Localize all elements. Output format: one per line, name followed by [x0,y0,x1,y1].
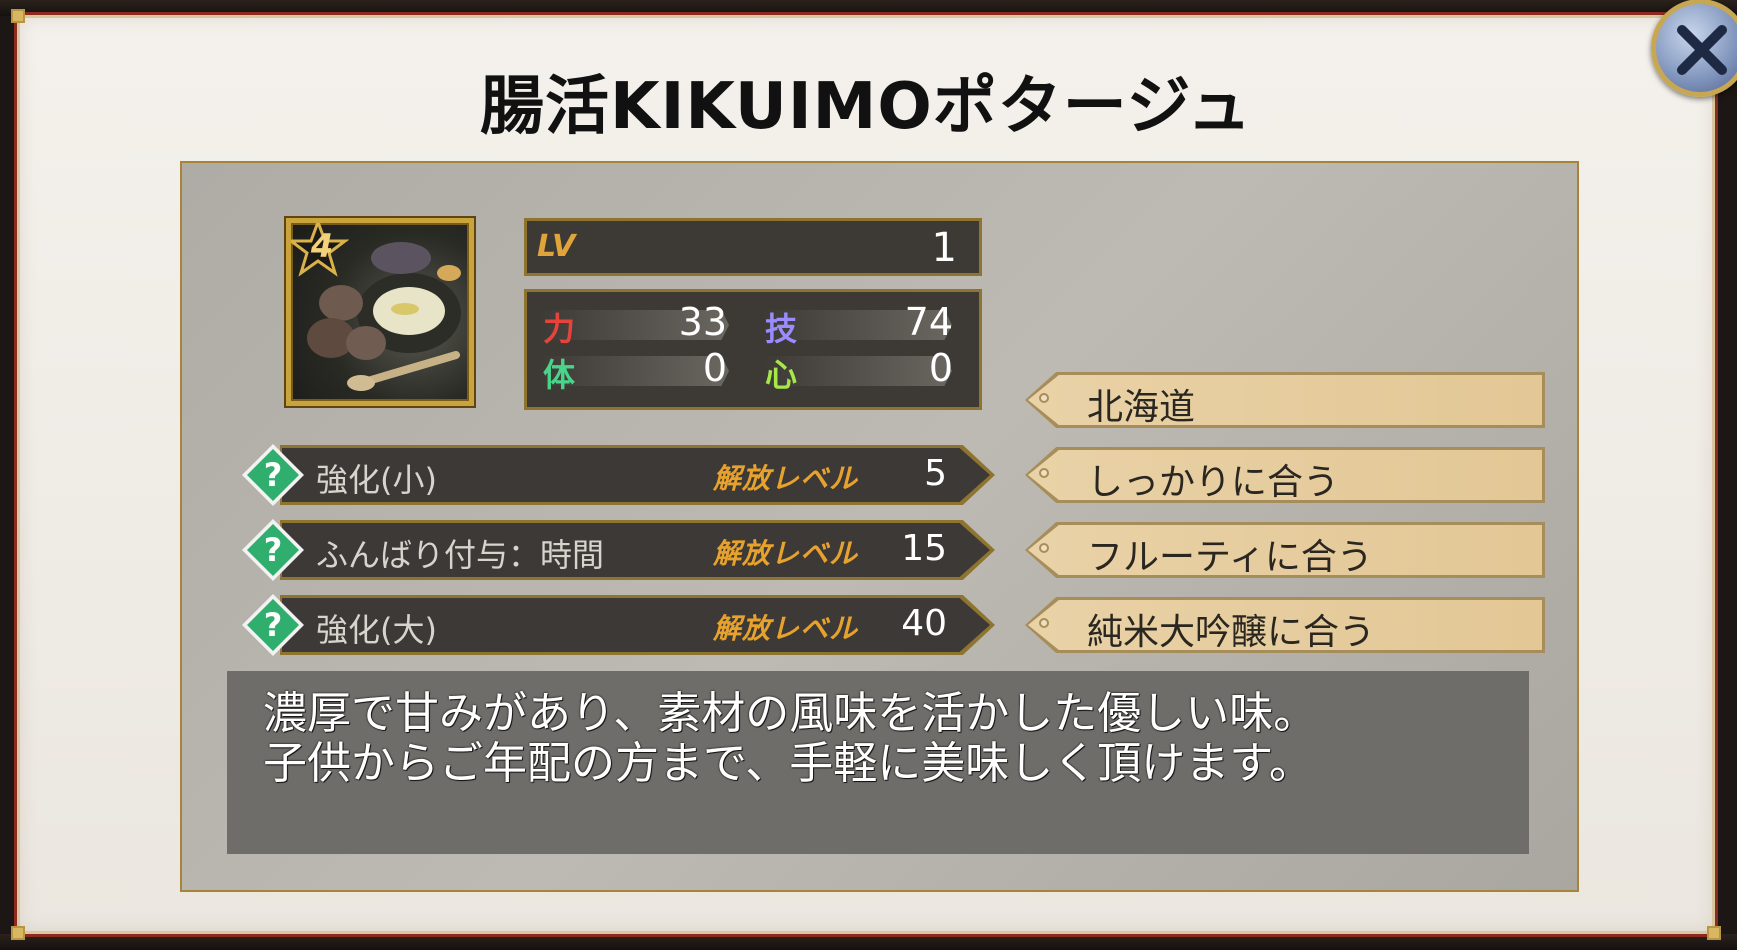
level-label: LV [537,229,576,264]
ability-name: 強化(大) [316,611,437,649]
pairing-tag: しっかりに合う [1025,447,1545,503]
stat-value-power: 33 [678,300,727,344]
question-mark-icon: ? [242,519,304,581]
tag-text: 北海道 [1087,387,1196,428]
close-icon [1677,25,1727,75]
svg-text:?: ? [264,531,283,569]
stat-label-heart: 心 [765,356,798,394]
question-mark-icon: ? [242,594,304,656]
item-detail-panel: 4 LV 1 力 33 技 74 体 0 心 0 ? 強化(小) 解放レベル 5… [180,161,1579,892]
item-title: 腸活KIKUIMOポタージュ [480,70,1252,144]
pairing-tag: 北海道 [1025,372,1545,428]
pairing-tag: フルーティに合う [1025,522,1545,578]
level-box: LV 1 [524,218,982,276]
item-detail-dialog: 腸活KIKUIMOポタージュ 4 LV 1 力 33 技 74 体 0 心 0 … [11,0,1737,940]
stat-label-technique: 技 [765,310,798,348]
level-value: 1 [931,225,957,271]
question-mark-icon: ? [242,444,304,506]
tag-hole-icon [1039,393,1049,403]
tag-text: 純米大吟醸に合う [1087,612,1376,653]
stat-value-technique: 74 [904,300,953,344]
unlock-level-label: 解放レベル [713,462,859,495]
unlock-level-value: 40 [901,603,947,644]
stat-value-body: 0 [702,346,727,390]
tag-text: しっかりに合う [1087,462,1340,503]
frame-corner [11,9,25,23]
tag-hole-icon [1039,618,1049,628]
description-box: 濃厚で甘みがあり、素材の風味を活かした優しい味。 子供からご年配の方まで、手軽に… [227,671,1529,854]
stat-value-heart: 0 [928,346,953,390]
ability-name: 強化(小) [316,461,437,499]
rarity-number: 4 [310,227,334,265]
stat-label-body: 体 [543,356,576,394]
item-image: 4 [286,218,474,406]
ability-row[interactable]: ? 強化(小) 解放レベル 5 [240,444,995,506]
ability-row[interactable]: ? ふんばり付与：時間 解放レベル 15 [240,519,995,581]
tag-text: フルーティに合う [1087,537,1373,578]
ability-name: ふんばり付与：時間 [316,536,605,574]
unlock-level-value: 5 [924,453,947,494]
stats-box: 力 33 技 74 体 0 心 0 [524,289,982,410]
pairing-tag: 純米大吟醸に合う [1025,597,1545,653]
svg-text:?: ? [264,606,283,644]
frame-corner [1707,926,1721,940]
tag-hole-icon [1039,468,1049,478]
unlock-level-value: 15 [901,528,947,569]
ability-row[interactable]: ? 強化(大) 解放レベル 40 [240,594,995,656]
stat-label-power: 力 [543,310,576,348]
description-line: 子供からご年配の方まで、手軽に美味しく頂けます。 [263,738,1313,789]
unlock-level-label: 解放レベル [713,537,859,570]
frame-corner [11,926,25,940]
unlock-level-label: 解放レベル [713,612,859,645]
tag-hole-icon [1039,543,1049,553]
svg-text:?: ? [264,456,283,494]
